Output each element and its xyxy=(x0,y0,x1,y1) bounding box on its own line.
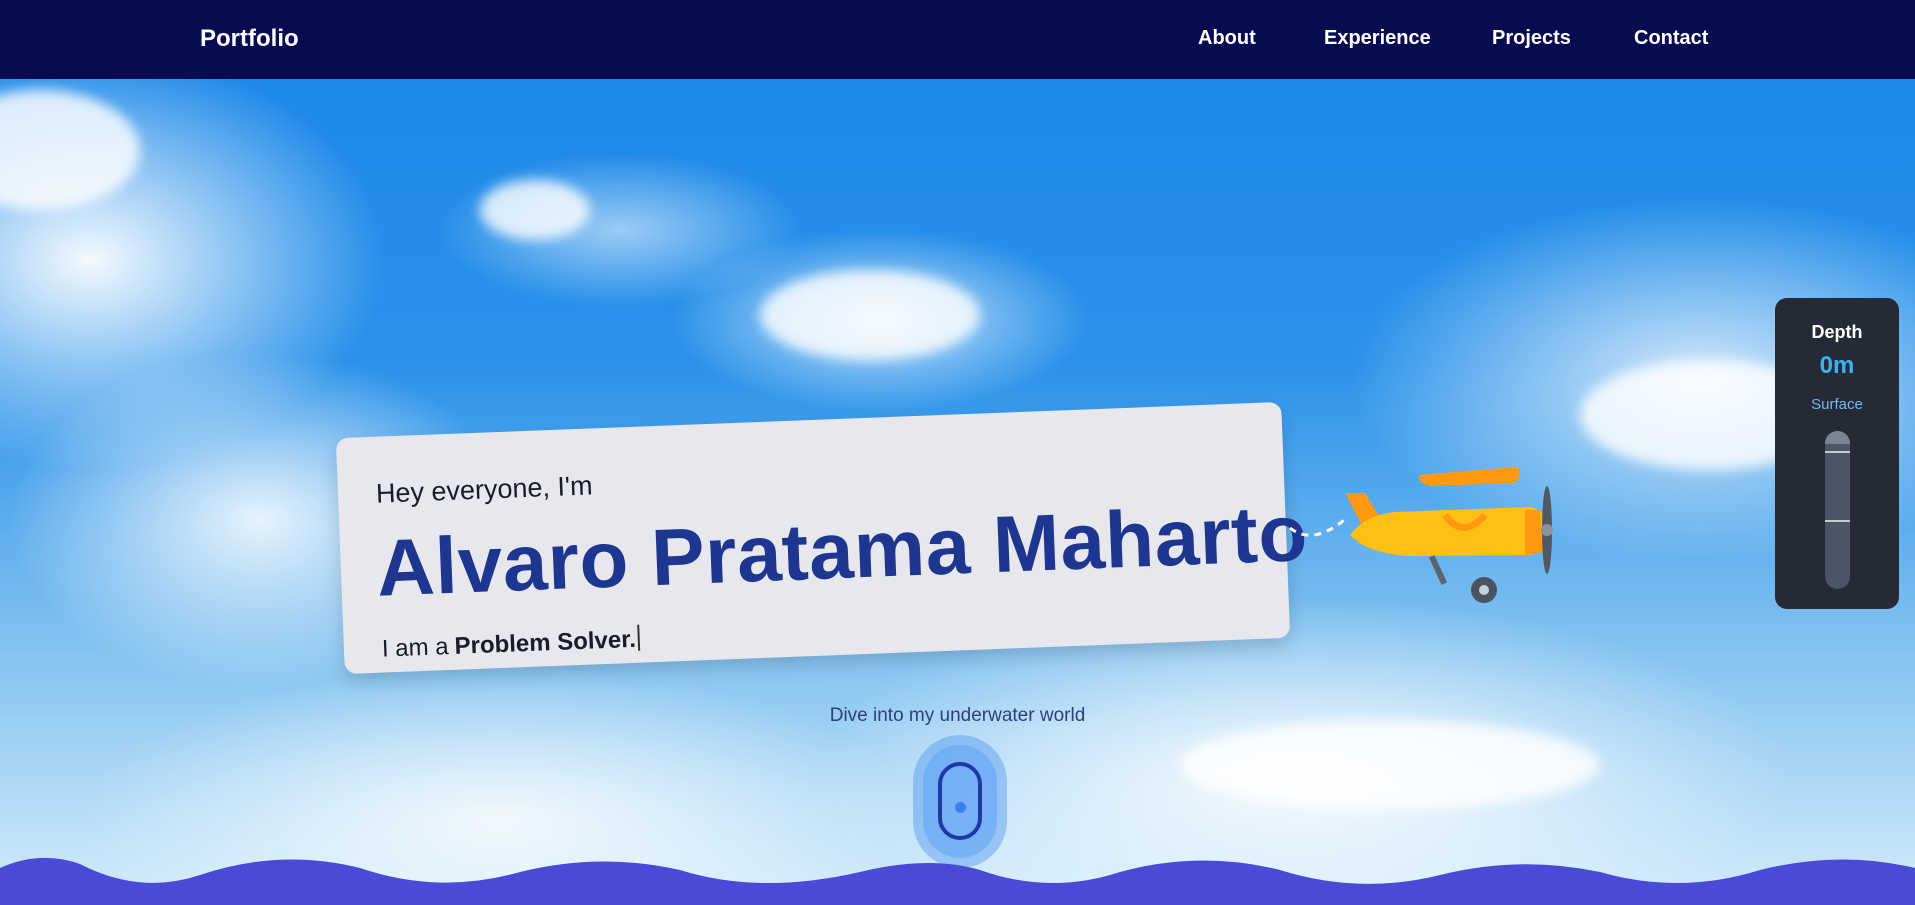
airplane-icon xyxy=(1289,467,1553,603)
depth-track xyxy=(1825,431,1850,589)
cloud xyxy=(1180,720,1600,810)
nav-link-about[interactable]: About xyxy=(1198,27,1256,50)
typing-caret xyxy=(637,624,641,651)
role-line: I am a Problem Solver. xyxy=(381,624,641,664)
wave-divider xyxy=(0,857,1915,905)
depth-tick xyxy=(1825,451,1850,453)
depth-tick xyxy=(1825,520,1850,522)
depth-value: 0m xyxy=(1819,352,1855,379)
hero-name: Alvaro Pratama Maharto xyxy=(375,488,1310,613)
nav-link-projects[interactable]: Projects xyxy=(1492,27,1571,50)
depth-zone: Surface xyxy=(1811,396,1863,413)
dive-prompt: Dive into my underwater world xyxy=(829,705,1086,726)
cloud xyxy=(760,270,980,360)
role-prefix: I am a xyxy=(381,633,450,663)
navbar: Portfolio About Experience Projects Cont… xyxy=(0,0,1915,79)
brand-logo[interactable]: Portfolio xyxy=(200,25,299,53)
scroll-dot xyxy=(955,802,966,813)
depth-title: Depth xyxy=(1811,322,1863,342)
cloud xyxy=(480,180,590,240)
depth-fill xyxy=(1825,431,1850,444)
nav-link-experience[interactable]: Experience xyxy=(1324,27,1431,50)
greeting-text: Hey everyone, I'm xyxy=(375,470,594,509)
cloud xyxy=(0,90,140,210)
intro-card: Hey everyone, I'm Alvaro Pratama Maharto… xyxy=(335,401,1309,675)
mouse-scroll-icon[interactable] xyxy=(938,762,982,840)
depth-meter: Depth 0m Surface xyxy=(1775,298,1899,609)
role-text: Problem Solver. xyxy=(454,625,637,660)
nav-link-contact[interactable]: Contact xyxy=(1634,27,1708,50)
